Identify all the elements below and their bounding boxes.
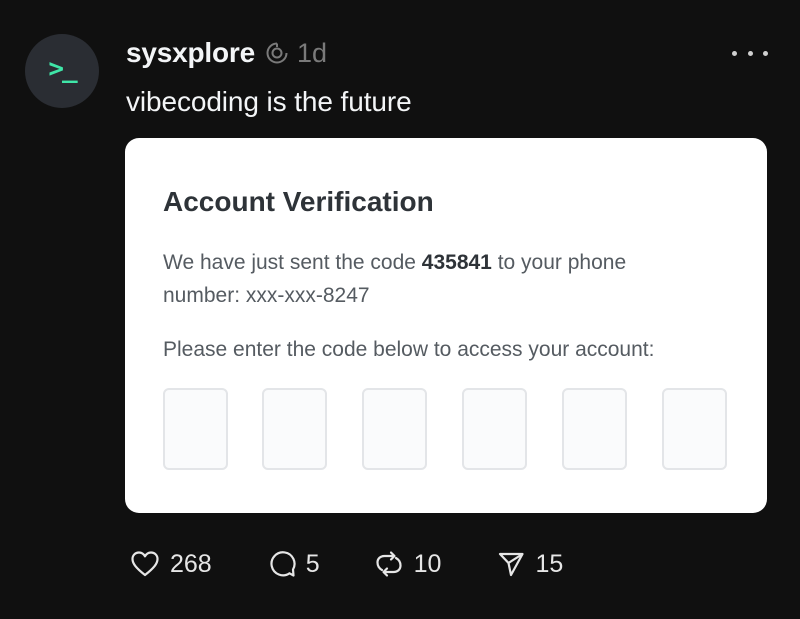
share-button[interactable]: 15 — [497, 550, 563, 579]
heart-icon — [131, 551, 159, 577]
like-button[interactable]: 268 — [130, 550, 212, 579]
repost-icon — [376, 551, 402, 577]
comment-icon — [270, 551, 296, 577]
code-input-box-2 — [262, 388, 327, 470]
timestamp[interactable]: 1d — [297, 38, 327, 69]
more-horizontal-icon[interactable] — [732, 44, 768, 62]
post: >_ sysxplore 1d vibecoding is the future… — [0, 0, 800, 619]
ai-label-icon[interactable] — [265, 41, 289, 65]
code-input-box-5 — [562, 388, 627, 470]
code-input-box-6 — [662, 388, 727, 470]
username[interactable]: sysxplore — [126, 37, 255, 69]
avatar[interactable]: >_ — [25, 34, 99, 108]
post-header: sysxplore 1d — [126, 36, 327, 70]
share-icon — [499, 552, 525, 577]
comment-count: 5 — [305, 549, 320, 578]
card-message-line2: number: xxx-xxx-8247 — [163, 284, 370, 307]
code-input-box-3 — [362, 388, 427, 470]
verification-code: 435841 — [421, 251, 492, 274]
code-input-box-4 — [462, 388, 527, 470]
terminal-icon: >_ — [48, 54, 77, 84]
share-count: 15 — [535, 549, 564, 578]
card-title: Account Verification — [163, 186, 434, 217]
repost-count: 10 — [413, 549, 442, 578]
action-bar: 268 5 10 15 — [130, 546, 563, 582]
repost-button[interactable]: 10 — [374, 549, 442, 579]
card-message-line1: We have just sent the code 435841 to you… — [163, 251, 627, 274]
card-instruction: Please enter the code below to access yo… — [163, 338, 655, 361]
post-image[interactable]: Account Verification We have just sent t… — [125, 138, 767, 513]
like-count: 268 — [170, 549, 212, 578]
comment-button[interactable]: 5 — [268, 550, 320, 579]
code-input-box-1 — [163, 388, 228, 470]
post-text: vibecoding is the future — [126, 86, 412, 117]
